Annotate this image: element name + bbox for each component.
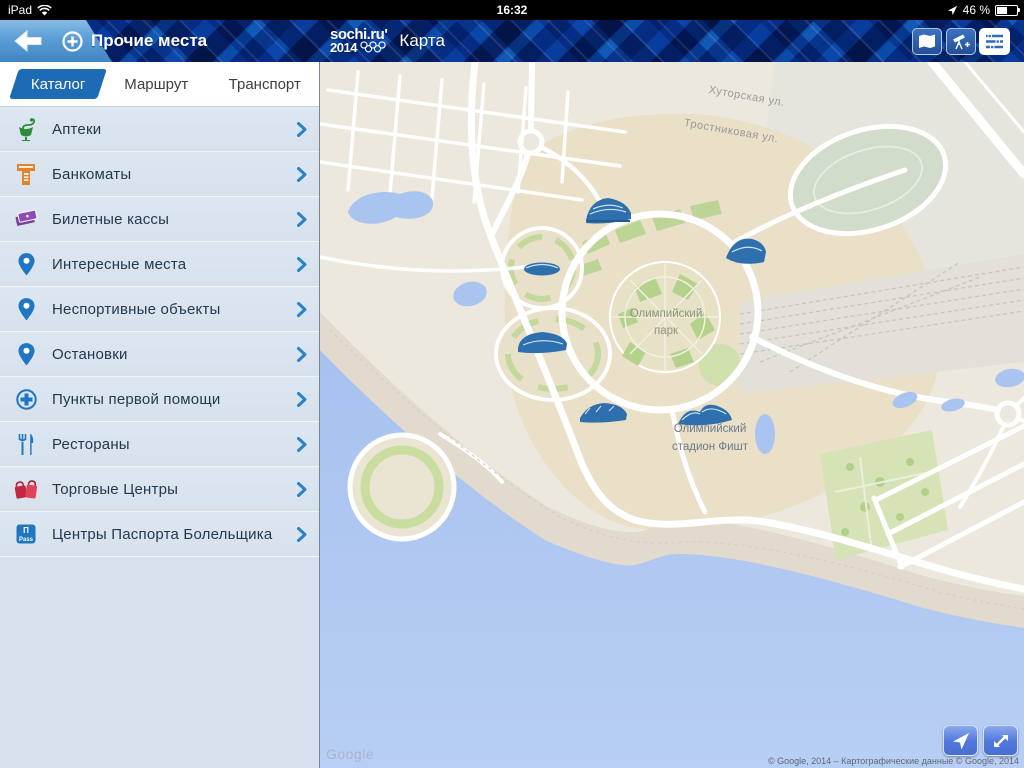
list-item-restaurants[interactable]: Рестораны — [0, 422, 319, 467]
list-item-label: Остановки — [52, 346, 285, 363]
fullscreen-button[interactable] — [983, 725, 1018, 756]
list-item-label: Банкоматы — [52, 166, 285, 183]
location-services-icon — [947, 5, 958, 16]
chevron-right-icon — [297, 347, 307, 362]
chevron-right-icon — [297, 167, 307, 182]
list-item-shopping-centers[interactable]: Торговые Центры — [0, 467, 319, 512]
add-place-label: Прочие места — [91, 31, 207, 51]
chevron-right-icon — [297, 257, 307, 272]
atm-icon — [12, 163, 40, 186]
catalog-sidebar: Каталог Маршрут Транспорт Аптеки — [0, 62, 320, 768]
my-location-button[interactable] — [943, 725, 978, 756]
tickets-icon — [12, 209, 40, 229]
list-item-stops[interactable]: Остановки — [0, 332, 319, 377]
svg-text:Pass: Pass — [19, 537, 34, 543]
list-item-label: Билетные кассы — [52, 211, 285, 228]
list-item-label: Рестораны — [52, 436, 285, 453]
tab-route[interactable]: Маршрут — [102, 76, 211, 93]
tab-transport-label: Транспорт — [229, 76, 301, 93]
augmented-reality-button[interactable] — [946, 28, 976, 55]
tab-catalog-label: Каталог — [31, 76, 86, 93]
fan-pass-icon: П Pass — [12, 524, 40, 544]
list-view-button[interactable] — [979, 28, 1010, 55]
pharmacy-icon — [12, 117, 40, 141]
navigation-bar: Прочие места sochi.ru' 2014 Карта — [0, 20, 1024, 62]
sidebar-tab-bar: Каталог Маршрут Транспорт — [0, 62, 319, 107]
chevron-right-icon — [297, 527, 307, 542]
battery-percent: 46 % — [963, 3, 990, 17]
telescope-plus-icon — [952, 33, 971, 50]
sochi-2014-logo: sochi.ru' 2014 — [330, 29, 387, 54]
map-attribution: © Google, 2014 – Картографические данные… — [768, 756, 1019, 766]
chevron-right-icon — [297, 122, 307, 137]
list-item-label: Интересные места — [52, 256, 285, 273]
add-circle-icon — [62, 31, 83, 52]
battery-icon — [995, 5, 1018, 16]
app-screen: iPad 16:32 46 % Пр — [0, 0, 1024, 768]
chevron-right-icon — [297, 392, 307, 407]
map-pin-icon — [12, 343, 40, 366]
expand-icon — [992, 732, 1010, 750]
list-item-label: Центры Паспорта Болельщика — [52, 526, 285, 543]
tab-route-label: Маршрут — [124, 76, 188, 93]
map-terrain — [320, 62, 1024, 768]
catalog-list: Аптеки Банкоматы — [0, 107, 319, 557]
list-item-first-aid[interactable]: Пункты первой помощи — [0, 377, 319, 422]
map-canvas[interactable]: Хуторская ул. Тростниковая ул. Олимпийск… — [320, 62, 1024, 768]
map-pin-icon — [12, 298, 40, 321]
status-bar: iPad 16:32 46 % — [0, 0, 1024, 20]
svg-text:П: П — [23, 526, 29, 535]
tab-transport[interactable]: Транспорт — [211, 76, 320, 93]
add-other-places[interactable]: Прочие места — [62, 20, 207, 62]
stadium-label: Олимпийскийстадион Фишт — [650, 420, 770, 457]
list-item-nonsport-objects[interactable]: Неспортивные объекты — [0, 287, 319, 332]
restaurant-icon — [12, 433, 40, 456]
page-title: Карта — [399, 31, 445, 51]
list-item-interesting-places[interactable]: Интересные места — [0, 242, 319, 287]
location-arrow-icon — [952, 732, 970, 750]
map-icon — [918, 34, 936, 49]
map-pin-icon — [12, 253, 40, 276]
list-item-ticket-offices[interactable]: Билетные кассы — [0, 197, 319, 242]
tab-catalog[interactable]: Каталог — [9, 69, 107, 99]
list-item-fan-pass-centers[interactable]: П Pass Центры Паспорта Болельщика — [0, 512, 319, 557]
list-icon — [985, 33, 1004, 50]
clock: 16:32 — [0, 3, 1024, 17]
first-aid-icon — [12, 389, 40, 410]
list-item-atms[interactable]: Банкоматы — [0, 152, 319, 197]
chevron-right-icon — [297, 437, 307, 452]
logo-text-bottom: 2014 — [330, 42, 357, 53]
chevron-right-icon — [297, 482, 307, 497]
venue-icon-arena-west — [524, 263, 560, 276]
list-item-label: Пункты первой помощи — [52, 391, 285, 408]
olympic-rings-icon — [360, 41, 386, 53]
list-item-label: Неспортивные объекты — [52, 301, 285, 318]
chevron-right-icon — [297, 212, 307, 227]
shopping-bags-icon — [12, 478, 40, 500]
list-item-label: Аптеки — [52, 121, 285, 138]
google-watermark: Google — [326, 746, 374, 762]
list-item-pharmacies[interactable]: Аптеки — [0, 107, 319, 152]
map-view-button[interactable] — [912, 28, 942, 55]
list-item-label: Торговые Центры — [52, 481, 285, 498]
back-arrow-icon — [14, 30, 44, 52]
park-label: Олимпийскийпарк — [620, 306, 712, 341]
chevron-right-icon — [297, 302, 307, 317]
